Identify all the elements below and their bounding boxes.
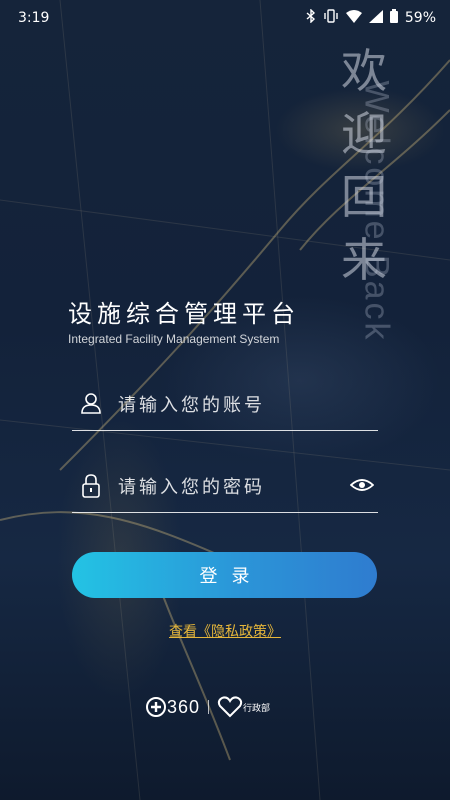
brand-logos: 360 行政部 <box>145 694 270 720</box>
logo-360: 360 <box>145 696 200 718</box>
page-subtitle: Integrated Facility Management System <box>68 332 280 346</box>
lock-icon <box>80 474 102 498</box>
status-bar: 3:19 59% <box>0 0 450 36</box>
account-field <box>72 380 378 431</box>
password-field <box>72 462 378 513</box>
status-time: 3:19 <box>18 10 50 26</box>
vibrate-icon <box>323 9 339 27</box>
heart-logo-icon <box>217 696 243 718</box>
bluetooth-icon <box>306 8 316 27</box>
logo-divider <box>208 700 210 714</box>
battery-icon <box>389 9 398 27</box>
360-plus-icon <box>146 697 166 717</box>
logo-360-text: 360 <box>167 696 201 717</box>
signal-icon <box>368 9 383 27</box>
partner-text: 行政部 <box>243 703 271 714</box>
wifi-icon <box>345 9 362 27</box>
logo-xingzheng: 行政部 <box>217 696 270 718</box>
welcome-back-english: Welcome Back <box>357 80 396 343</box>
account-input[interactable] <box>116 388 340 422</box>
login-button[interactable]: 登录 <box>72 552 377 598</box>
password-input[interactable] <box>116 470 340 504</box>
page-title: 设施综合管理平台 <box>68 300 300 328</box>
eye-icon[interactable] <box>349 474 375 496</box>
privacy-policy-link[interactable]: 查看《隐私政策》 <box>0 621 450 641</box>
user-icon <box>80 392 102 414</box>
battery-percent: 59% <box>404 10 436 26</box>
